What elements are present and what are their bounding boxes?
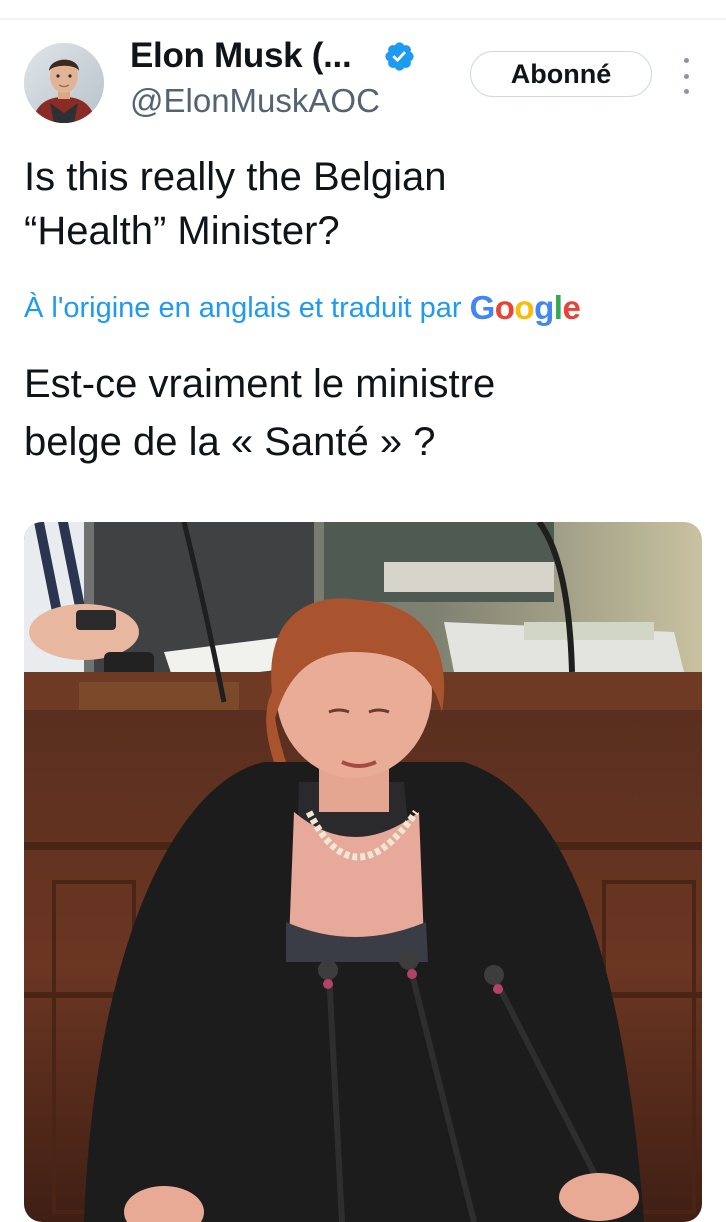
tweet-text: Is this really the Belgian “Health” Mini… bbox=[24, 155, 447, 253]
verified-badge-icon bbox=[385, 42, 414, 71]
avatar[interactable] bbox=[24, 43, 104, 123]
author-handle[interactable]: @ElonMuskAOC bbox=[130, 82, 380, 120]
translated-tweet-text: Est-ce vraiment le ministre belge de la … bbox=[24, 362, 496, 464]
google-letter: g bbox=[534, 289, 554, 326]
tweet-photo[interactable] bbox=[24, 522, 702, 1222]
google-letter: o bbox=[494, 289, 515, 326]
translation-label[interactable]: À l'origine en anglais et traduit par bbox=[24, 292, 462, 325]
display-name[interactable]: Elon Musk (... bbox=[130, 36, 352, 76]
google-letter: e bbox=[562, 289, 581, 326]
following-button[interactable]: Abonné bbox=[470, 51, 652, 97]
translation-attribution: À l'origine en anglais et traduit par Go… bbox=[24, 286, 581, 330]
google-letter: o bbox=[514, 289, 535, 326]
more-dot bbox=[683, 89, 689, 94]
google-letter: G bbox=[469, 289, 496, 326]
top-divider bbox=[0, 18, 726, 20]
more-dot bbox=[683, 73, 689, 79]
more-vertical-icon[interactable] bbox=[676, 58, 696, 94]
more-dot bbox=[683, 58, 689, 63]
avatar-photo bbox=[24, 43, 104, 123]
photo-illustration bbox=[24, 522, 702, 1222]
google-logo: Google bbox=[470, 289, 581, 327]
